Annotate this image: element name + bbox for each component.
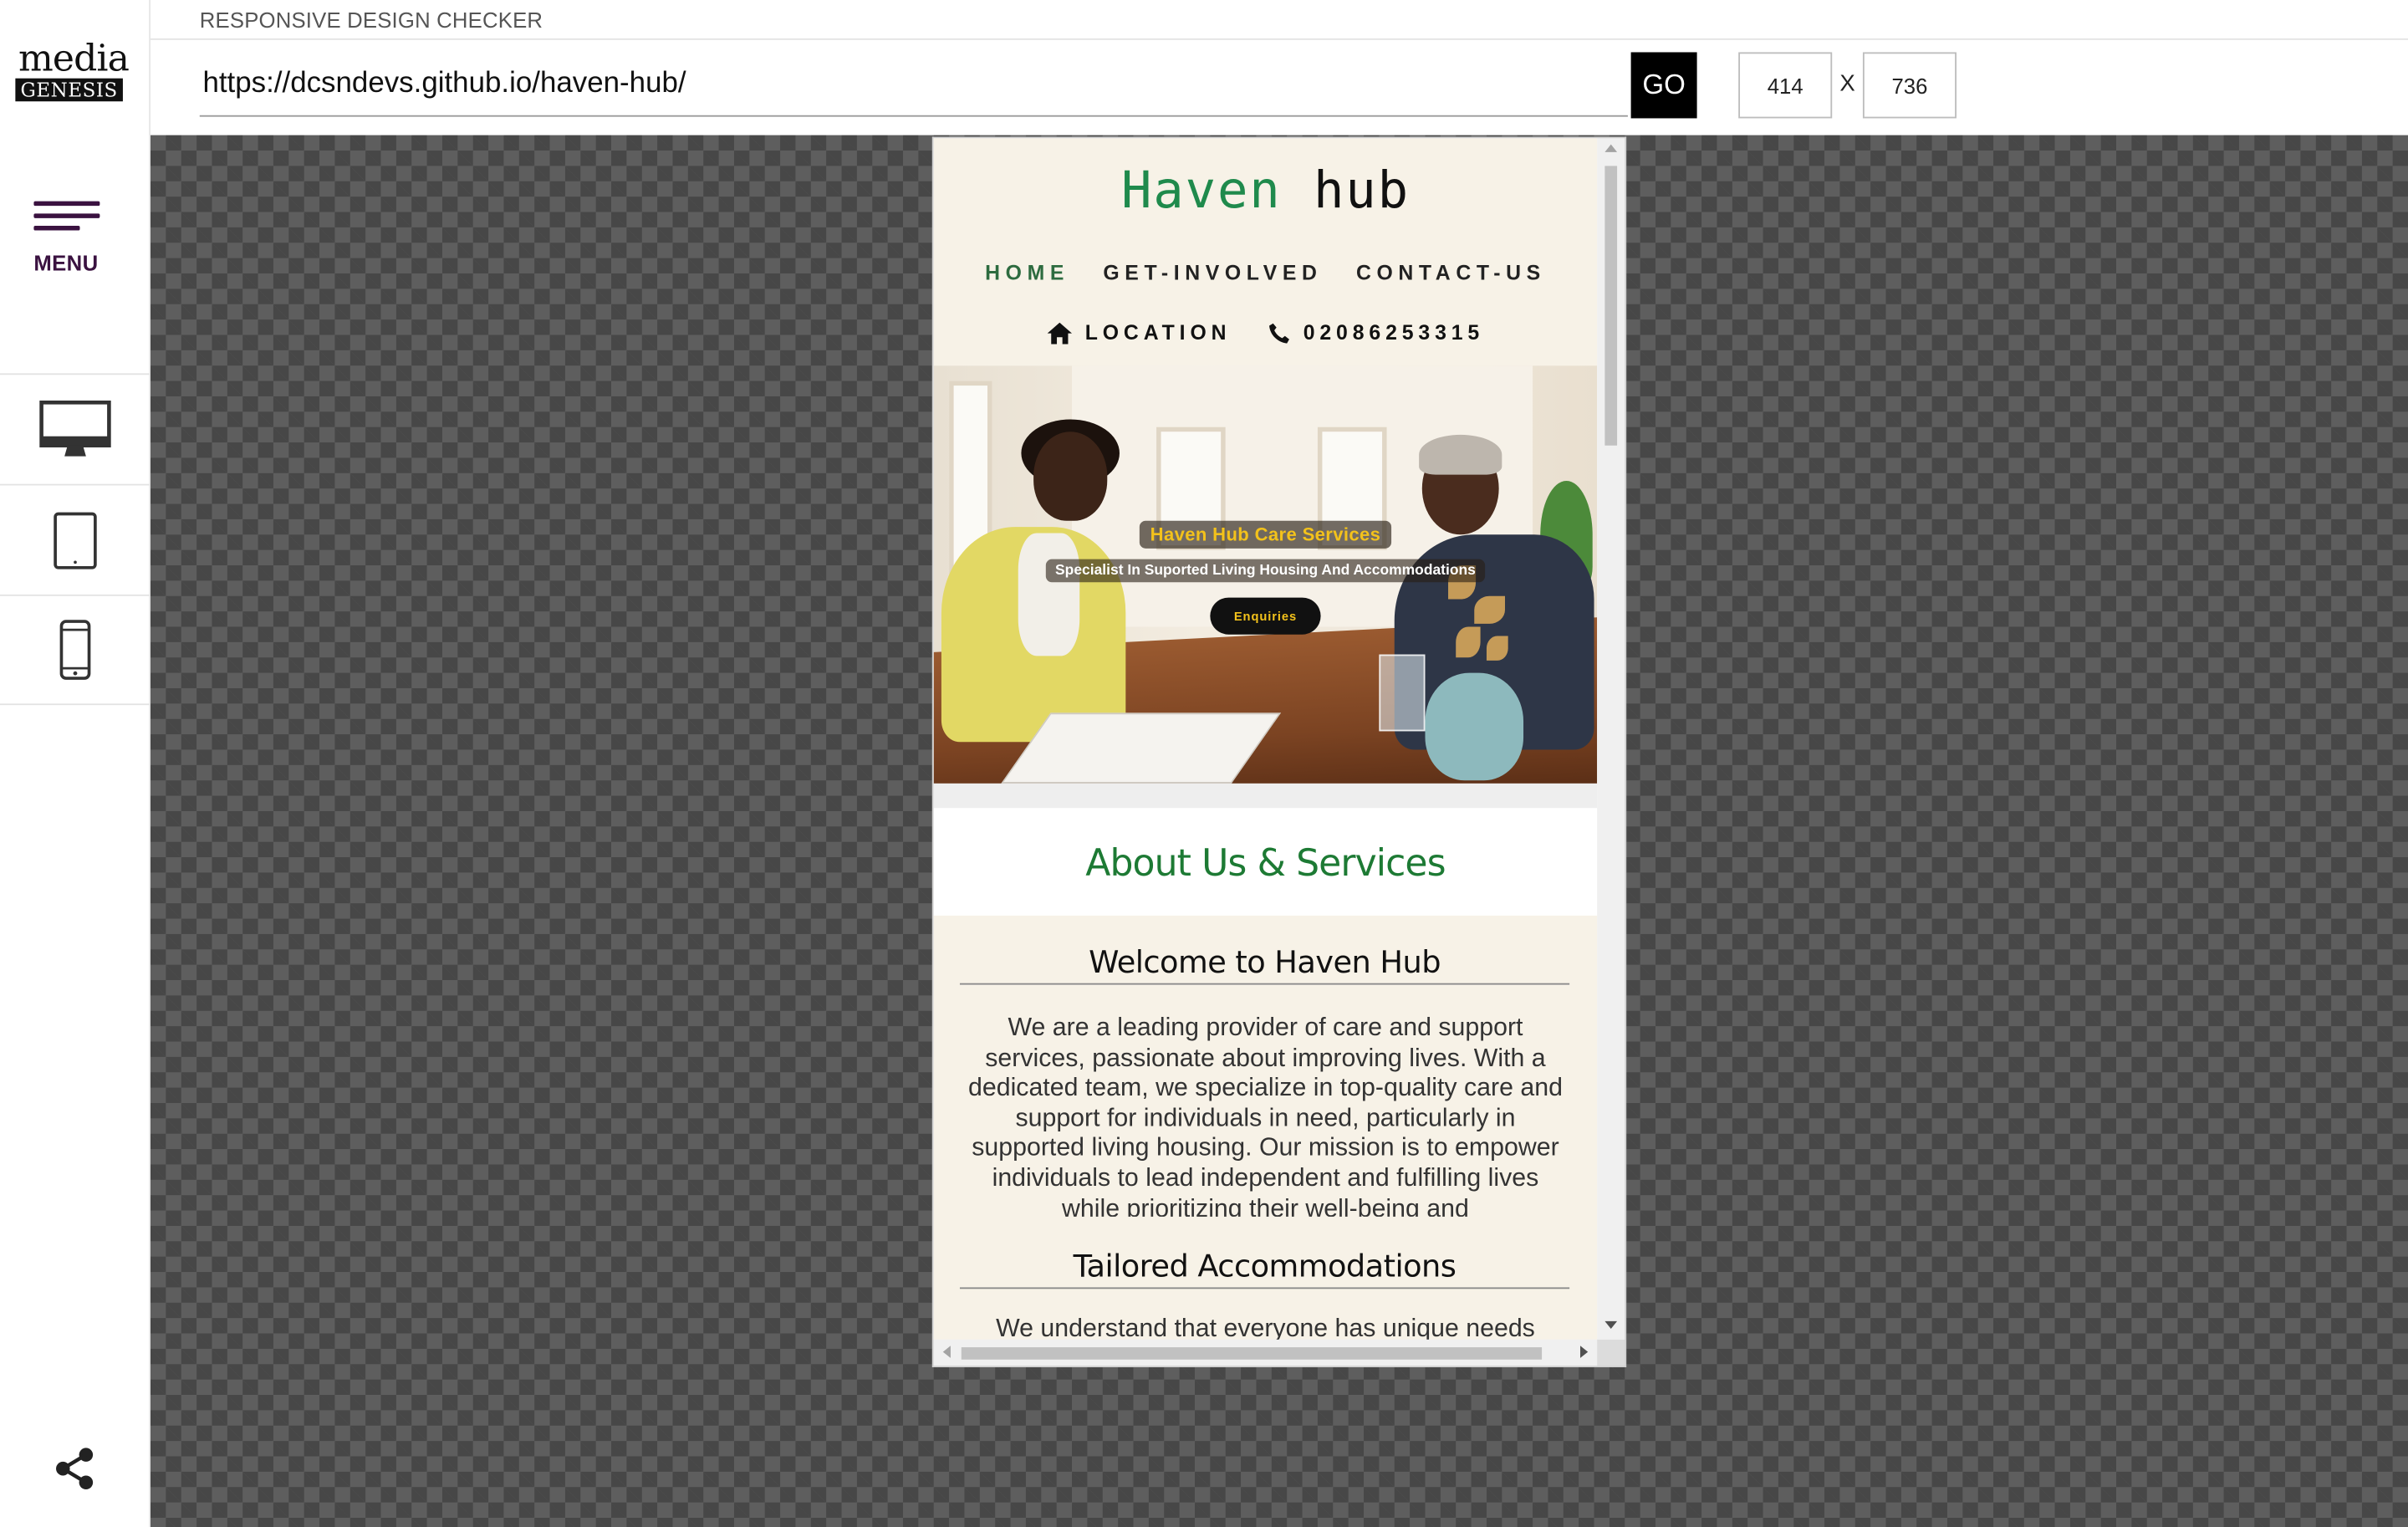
media-genesis-logo[interactable]: media GENESIS — [15, 37, 130, 106]
tailored-heading: Tailored Accommodations — [959, 1248, 1570, 1290]
hamburger-icon — [33, 201, 100, 207]
scroll-down-icon[interactable] — [1604, 1320, 1618, 1330]
vertical-scroll-thumb[interactable] — [1604, 166, 1618, 446]
phone-link[interactable]: 02086253315 — [1268, 320, 1485, 345]
device-frame: Haven hub HOME GET-INVOLVED CONTACT-US L… — [931, 136, 1627, 1367]
scroll-left-icon[interactable] — [942, 1346, 951, 1358]
preview-stage: Haven hub HOME GET-INVOLVED CONTACT-US L… — [150, 135, 2408, 1527]
phone-number: 02086253315 — [1303, 320, 1485, 345]
logo-bottom-text: GENESIS — [15, 78, 123, 102]
hero-photo-vase — [1425, 672, 1524, 781]
desktop-monitor-icon — [39, 400, 111, 456]
go-button[interactable]: GO — [1630, 52, 1697, 119]
home-icon — [1046, 321, 1072, 344]
about-content: Welcome to Haven Hub We are a leading pr… — [933, 915, 1598, 1340]
share-button[interactable] — [52, 1446, 98, 1492]
scroll-up-icon[interactable] — [1604, 144, 1618, 152]
welcome-heading: Welcome to Haven Hub — [959, 943, 1570, 985]
vertical-scrollbar[interactable] — [1597, 138, 1625, 1340]
location-label: LOCATION — [1084, 320, 1232, 345]
hero-subtitle-text: Specialist In Suported Living Housing An… — [1046, 559, 1485, 583]
location-link[interactable]: LOCATION — [1046, 320, 1232, 345]
scrollbar-corner — [1597, 1339, 1625, 1366]
hero-photo-part — [1419, 434, 1502, 475]
desktop-view-button[interactable] — [0, 373, 150, 483]
hero-photo-leaf — [1486, 636, 1508, 661]
enquiries-button[interactable]: Enquiries — [1210, 597, 1321, 635]
horizontal-scroll-thumb[interactable] — [961, 1347, 1543, 1360]
share-icon — [56, 1448, 94, 1489]
site-nav: HOME GET-INVOLVED CONTACT-US — [934, 261, 1597, 284]
hero-title: Haven Hub Care Services — [934, 520, 1597, 549]
site-viewport[interactable]: Haven hub HOME GET-INVOLVED CONTACT-US L… — [933, 138, 1598, 1340]
top-toolbar: RESPONSIVE DESIGN CHECKER GO X — [150, 0, 2408, 135]
menu-button[interactable]: MENU — [22, 197, 114, 279]
width-input[interactable] — [1738, 52, 1833, 119]
hero-banner: Haven Hub Care Services Specialist In Su… — [933, 365, 1598, 784]
hamburger-icon-line — [33, 213, 100, 218]
brand-part-2: hub — [1313, 160, 1410, 220]
site-brand[interactable]: Haven hub — [934, 160, 1597, 220]
about-section-header: About Us & Services — [933, 808, 1598, 916]
scroll-right-icon[interactable] — [1579, 1346, 1589, 1358]
menu-label: MENU — [33, 250, 99, 275]
section-spacer — [933, 783, 1598, 809]
height-input[interactable] — [1862, 52, 1956, 119]
brand-part-1: Haven — [1120, 160, 1282, 220]
site-header: Haven hub HOME GET-INVOLVED CONTACT-US L… — [933, 138, 1598, 366]
sidebar: media GENESIS MENU — [0, 0, 150, 1527]
nav-home[interactable]: HOME — [985, 261, 1069, 284]
responsive-checker-app: media GENESIS MENU RESPONSIVE DESIGN CHE… — [0, 0, 2408, 1527]
nav-contact-us[interactable]: CONTACT-US — [1356, 261, 1546, 284]
hero-title-text: Haven Hub Care Services — [1139, 520, 1392, 549]
divider — [150, 38, 2408, 40]
tailored-paragraph: We understand that everyone has unique n… — [996, 1315, 1535, 1340]
logo-top-text: media — [18, 37, 130, 80]
nav-get-involved[interactable]: GET-INVOLVED — [1103, 261, 1322, 284]
hamburger-icon-line — [33, 226, 80, 231]
hero-photo-glass — [1379, 654, 1426, 732]
phone-icon — [1268, 322, 1289, 343]
hero-photo-leaf — [1456, 626, 1481, 658]
app-title: RESPONSIVE DESIGN CHECKER — [199, 8, 543, 33]
tablet-view-button[interactable] — [0, 483, 150, 595]
hero-photo-leaf — [1474, 595, 1505, 624]
dimension-separator: X — [1839, 70, 1855, 97]
hero-subtitle: Specialist In Suported Living Housing An… — [934, 554, 1597, 583]
phone-view-button[interactable] — [0, 594, 150, 706]
about-title: About Us & Services — [1085, 841, 1446, 886]
smartphone-icon — [59, 620, 91, 680]
welcome-paragraph: We are a leading provider of care and su… — [968, 1014, 1563, 1217]
horizontal-scrollbar[interactable] — [933, 1339, 1598, 1366]
contact-bar: LOCATION 02086253315 — [934, 320, 1597, 345]
hero-photo-part — [1018, 533, 1080, 656]
tablet-icon — [54, 511, 97, 569]
url-input[interactable] — [199, 52, 1628, 117]
hero-photo-part — [1033, 432, 1108, 521]
